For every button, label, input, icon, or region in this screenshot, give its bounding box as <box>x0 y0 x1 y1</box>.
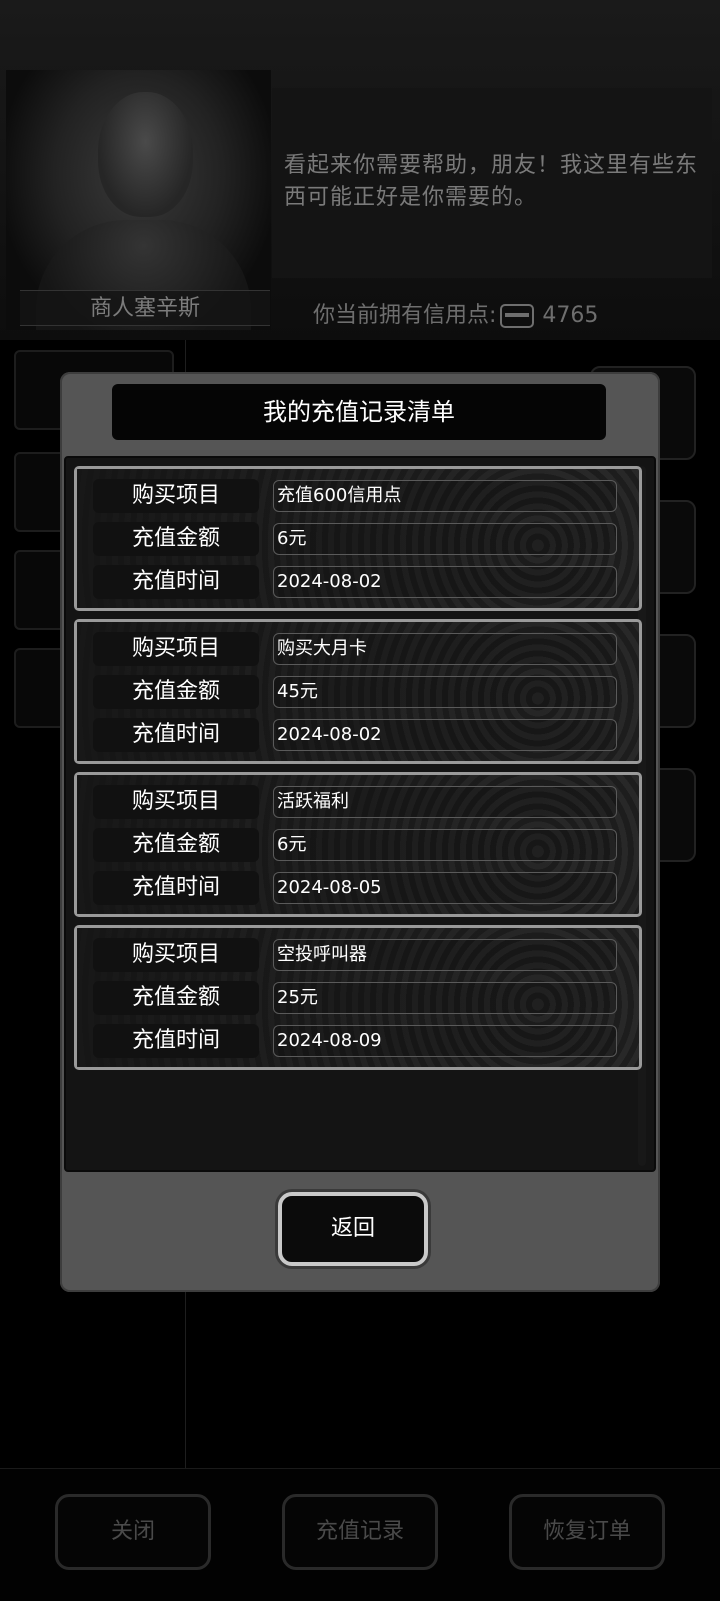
dialogue-text: 看起来你需要帮助，朋友！我这里有些东西可能正好是你需要的。 <box>284 153 699 210</box>
record-row-item: 购买项目 空投呼叫器 <box>93 938 629 972</box>
record-card: 购买项目 购买大月卡 充值金额 45元 充值时间 2024-08-02 <box>74 619 642 764</box>
record-row-amount: 充值金额 25元 <box>93 981 629 1015</box>
amount-value: 6元 <box>273 829 617 861</box>
time-value: 2024-08-02 <box>273 566 617 598</box>
record-row-time: 充值时间 2024-08-09 <box>93 1024 629 1058</box>
record-row-item: 购买项目 活跃福利 <box>93 785 629 819</box>
time-label: 充值时间 <box>93 871 259 905</box>
record-row-amount: 充值金额 6元 <box>93 522 629 556</box>
item-value: 空投呼叫器 <box>273 939 617 971</box>
record-row-time: 充值时间 2024-08-02 <box>93 565 629 599</box>
record-card: 购买项目 充值600信用点 充值金额 6元 充值时间 2024-08-02 <box>74 466 642 611</box>
record-card: 购买项目 空投呼叫器 充值金额 25元 充值时间 2024-08-09 <box>74 925 642 1070</box>
credits-label: 你当前拥有信用点: <box>313 303 497 328</box>
close-button[interactable]: 关闭 <box>55 1494 211 1570</box>
amount-value: 25元 <box>273 982 617 1014</box>
item-label: 购买项目 <box>93 785 259 819</box>
time-value: 2024-08-02 <box>273 719 617 751</box>
portrait-head <box>98 92 193 217</box>
item-label: 购买项目 <box>93 938 259 972</box>
screen: 商人塞辛斯 看起来你需要帮助，朋友！我这里有些东西可能正好是你需要的。 你当前拥… <box>0 0 720 1601</box>
record-row-time: 充值时间 2024-08-05 <box>93 871 629 905</box>
time-label: 充值时间 <box>93 565 259 599</box>
dialog-title: 我的充值记录清单 <box>112 384 606 440</box>
credits-row: 你当前拥有信用点: 4765 <box>313 298 598 334</box>
recharge-record-dialog: 我的充值记录清单 购买项目 充值600信用点 充值金额 6元 充值时间 2024… <box>60 372 660 1292</box>
item-label: 购买项目 <box>93 632 259 666</box>
record-row-amount: 充值金额 45元 <box>93 675 629 709</box>
amount-label: 充值金额 <box>93 522 259 556</box>
amount-label: 充值金额 <box>93 981 259 1015</box>
record-card: 购买项目 活跃福利 充值金额 6元 充值时间 2024-08-05 <box>74 772 642 917</box>
amount-label: 充值金额 <box>93 675 259 709</box>
record-row-item: 购买项目 购买大月卡 <box>93 632 629 666</box>
item-value: 购买大月卡 <box>273 633 617 665</box>
recharge-record-button[interactable]: 充值记录 <box>282 1494 438 1570</box>
time-value: 2024-08-09 <box>273 1025 617 1057</box>
credits-value: 4765 <box>542 303 599 328</box>
record-row-time: 充值时间 2024-08-02 <box>93 718 629 752</box>
item-value: 充值600信用点 <box>273 480 617 512</box>
time-label: 充值时间 <box>93 1024 259 1058</box>
merchant-name: 商人塞辛斯 <box>20 290 270 326</box>
return-button[interactable]: 返回 <box>278 1192 428 1266</box>
amount-label: 充值金额 <box>93 828 259 862</box>
time-value: 2024-08-05 <box>273 872 617 904</box>
record-row-amount: 充值金额 6元 <box>93 828 629 862</box>
item-label: 购买项目 <box>93 479 259 513</box>
time-label: 充值时间 <box>93 718 259 752</box>
record-list[interactable]: 购买项目 充值600信用点 充值金额 6元 充值时间 2024-08-02 购买… <box>64 456 656 1172</box>
restore-order-button[interactable]: 恢复订单 <box>509 1494 665 1570</box>
amount-value: 6元 <box>273 523 617 555</box>
amount-value: 45元 <box>273 676 617 708</box>
item-value: 活跃福利 <box>273 786 617 818</box>
credit-card-icon <box>500 304 535 328</box>
record-row-item: 购买项目 充值600信用点 <box>93 479 629 513</box>
